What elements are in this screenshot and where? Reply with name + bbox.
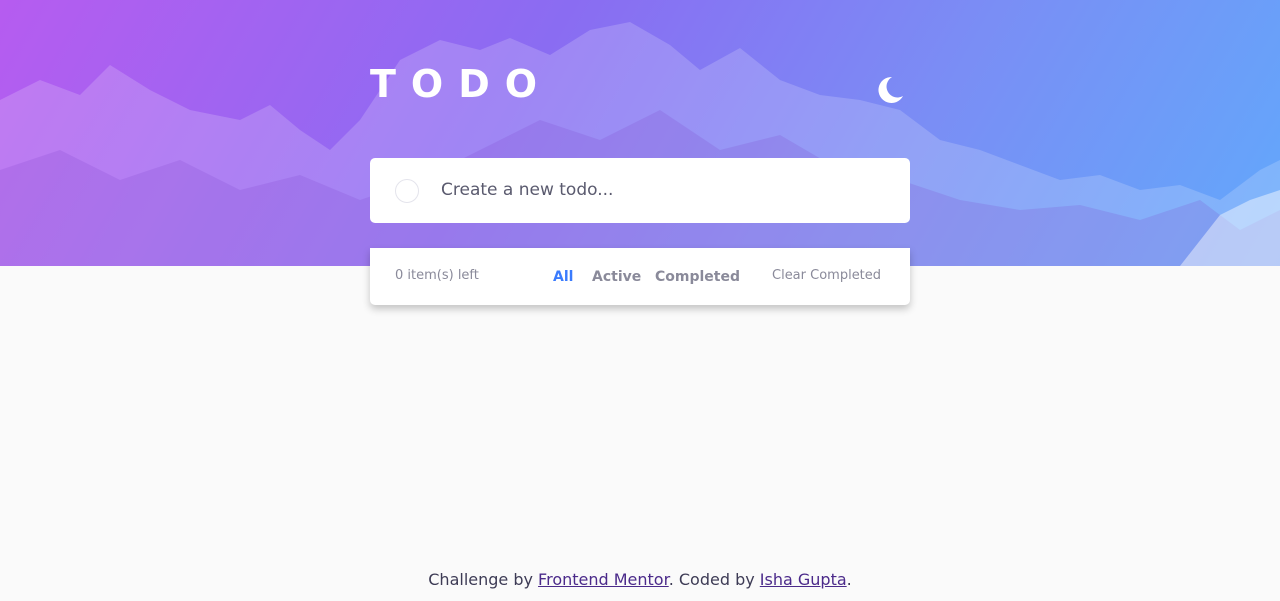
new-todo-check-circle[interactable] bbox=[395, 179, 419, 203]
todo-footer-bar: 0 item(s) left All Active Completed Clea… bbox=[370, 248, 910, 305]
credit-prefix: Challenge by bbox=[428, 570, 539, 589]
credit-middle: . Coded by bbox=[668, 570, 760, 589]
app-title: TODO bbox=[370, 62, 553, 106]
clear-completed-button[interactable]: Clear Completed bbox=[772, 268, 881, 283]
filter-active[interactable]: Active bbox=[592, 269, 641, 285]
attribution: Challenge by Frontend Mentor. Coded by I… bbox=[0, 570, 1280, 589]
new-todo-container bbox=[370, 158, 910, 223]
filter-completed[interactable]: Completed bbox=[655, 269, 740, 285]
new-todo-input[interactable] bbox=[441, 176, 881, 204]
credit-suffix: . bbox=[846, 570, 852, 589]
frontend-mentor-link[interactable]: Frontend Mentor bbox=[538, 570, 669, 589]
mountain-background-image bbox=[0, 22, 1280, 266]
author-link[interactable]: Isha Gupta bbox=[760, 570, 847, 589]
theme-toggle-button[interactable] bbox=[872, 72, 908, 108]
header-background bbox=[0, 0, 1280, 266]
filter-all[interactable]: All bbox=[553, 269, 573, 285]
moon-icon bbox=[878, 76, 903, 103]
items-left-count: 0 item(s) left bbox=[395, 268, 479, 283]
